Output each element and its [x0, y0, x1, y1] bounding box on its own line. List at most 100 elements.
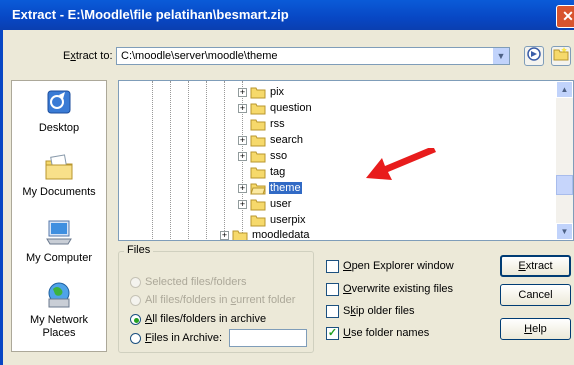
folder-icon: [250, 135, 266, 147]
expand-icon[interactable]: +: [238, 184, 247, 193]
place-label: My Documents: [22, 186, 96, 198]
radio-label: Selected files/folders: [145, 276, 247, 288]
cancel-button[interactable]: Cancel: [500, 284, 571, 306]
files-in-archive-input[interactable]: [229, 329, 307, 347]
scroll-thumb[interactable]: [556, 175, 573, 195]
tree-node-label: question: [270, 102, 312, 114]
my-documents-icon: [45, 154, 73, 180]
my-computer-icon: [46, 220, 72, 245]
tree-node-label: pix: [270, 86, 285, 98]
checkbox-label: Open Explorer window: [343, 260, 454, 272]
expand-icon[interactable]: +: [238, 152, 247, 161]
place-label: My Network Places: [29, 314, 89, 339]
expand-icon[interactable]: +: [238, 88, 247, 97]
open-folder-icon: [250, 183, 266, 195]
radio-label-part: iles in Archive:: [151, 332, 223, 344]
tree-node-label: moodledata: [252, 229, 310, 241]
place-my-documents[interactable]: My Documents: [12, 151, 106, 199]
folder-icon: [250, 167, 266, 179]
button-label-part: elp: [532, 323, 547, 335]
extract-to-label-part: tract to:: [75, 50, 113, 62]
tree-guide-line: [224, 81, 225, 240]
checkbox-label: Skip older files: [343, 305, 415, 317]
radio-label: Files in Archive:: [145, 332, 222, 344]
checkbox-box: [326, 283, 339, 296]
expand-icon[interactable]: +: [238, 136, 247, 145]
folder-icon: [250, 199, 266, 211]
tree-guide-line: [152, 81, 153, 240]
radio-label: All files/folders in current folder: [145, 294, 295, 306]
tree-guide-line: [170, 81, 171, 240]
tree-node-label-selected: theme: [269, 182, 302, 194]
tree-node-label: tag: [270, 166, 286, 178]
files-group-title: Files: [124, 244, 154, 256]
button-label-part: xtract: [525, 260, 553, 272]
radio-checked-dot: [134, 318, 139, 323]
radio-circle: [130, 314, 141, 325]
place-label: My Computer: [25, 252, 93, 264]
new-folder-button[interactable]: [551, 46, 571, 66]
tree-guide-line: [188, 81, 189, 240]
place-desktop[interactable]: Desktop: [12, 87, 106, 135]
radio-label-mnemonic: F: [145, 332, 152, 344]
expand-icon[interactable]: +: [238, 200, 247, 209]
place-label: Desktop: [38, 122, 80, 134]
place-network[interactable]: My Network Places: [12, 279, 106, 340]
checkbox-label-mnemonic: O: [343, 283, 352, 295]
folder-icon: [250, 151, 266, 163]
folder-icon: [250, 87, 266, 99]
extract-path-combobox[interactable]: C:\moodle\server\moodle\theme ▼: [116, 47, 510, 65]
folder-icon: [250, 119, 266, 131]
checkbox-label: Use folder names: [343, 327, 429, 339]
new-folder-icon: [553, 47, 569, 61]
tree-node-label: search: [270, 134, 304, 146]
folder-icon: [232, 230, 248, 240]
button-mnemonic: E: [518, 260, 526, 272]
tree-guide-line: [206, 81, 207, 240]
checkbox-label: Overwrite existing files: [343, 283, 453, 295]
browse-button[interactable]: [524, 46, 544, 66]
help-button[interactable]: Help: [500, 318, 571, 340]
window-title: Extract - E:\Moodle\file pelatihan\besma…: [12, 7, 289, 22]
button-mnemonic: H: [524, 323, 533, 335]
radio-circle: [130, 295, 141, 306]
extract-path-value: C:\moodle\server\moodle\theme: [121, 50, 278, 62]
radio-circle: [130, 333, 141, 344]
checkbox-label-part: se folder names: [350, 327, 430, 339]
tree-node-label: sso: [270, 150, 288, 162]
folder-icon: [250, 215, 266, 227]
checkbox-label-part: ip older files: [355, 305, 415, 317]
checkbox-label-part: verwrite existing files: [351, 283, 454, 295]
network-places-icon: [48, 282, 70, 308]
tree-node-label: rss: [270, 118, 285, 130]
tree-node-label: user: [270, 198, 292, 210]
radio-circle: [130, 277, 141, 288]
tree-scrollbar[interactable]: ▲ ▼: [556, 81, 573, 240]
tree-node-label: userpix: [270, 214, 306, 226]
radio-label: All files/folders in archive: [145, 313, 266, 325]
title-bar: Extract - E:\Moodle\file pelatihan\besma…: [0, 0, 574, 30]
expand-icon[interactable]: +: [220, 231, 229, 240]
scroll-up-button[interactable]: ▲: [556, 81, 573, 98]
place-my-computer[interactable]: My Computer: [12, 217, 106, 265]
checkbox-box-checked: ✓: [326, 327, 339, 340]
extract-to-label: Extract to:: [63, 50, 113, 62]
red-arrow-annotation: [366, 148, 436, 180]
folder-icon: [250, 103, 266, 115]
chevron-down-icon[interactable]: ▼: [492, 48, 509, 64]
radio-label-part: All files/folders in: [145, 294, 231, 306]
checkbox-box: [326, 305, 339, 318]
folder-tree[interactable]: + pix + question rss + search + sso tag …: [118, 80, 574, 241]
extract-button[interactable]: Extract: [500, 255, 571, 277]
checkbox-label-mnemonic: O: [343, 260, 352, 272]
scroll-down-button[interactable]: ▼: [556, 223, 573, 240]
browse-icon: [527, 47, 541, 61]
close-button[interactable]: ✕: [556, 5, 574, 28]
checkbox-label-mnemonic: U: [343, 327, 351, 339]
desktop-icon: [47, 90, 71, 114]
radio-label-part: urrent folder: [236, 294, 296, 306]
expand-icon[interactable]: +: [238, 104, 247, 113]
radio-label-part: ll files/folders in archive: [152, 313, 267, 325]
checkbox-label-part: pen Explorer window: [351, 260, 454, 272]
checkbox-box: [326, 260, 339, 273]
